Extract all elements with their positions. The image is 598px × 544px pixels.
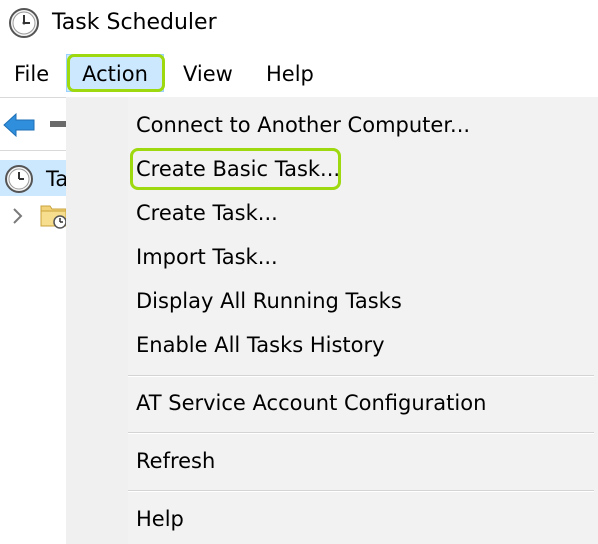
menuitem-create-basic-task[interactable]: Create Basic Task... [136, 149, 340, 189]
menuitem-connect-to-another-computer[interactable]: Connect to Another Computer... [136, 105, 470, 145]
menuitem-help[interactable]: Help [136, 499, 184, 539]
window-title: Task Scheduler [52, 10, 217, 35]
forward-arrow-icon[interactable] [50, 118, 66, 130]
folder-clock-icon [40, 205, 67, 229]
menu-file[interactable]: File [14, 52, 49, 96]
menu-view[interactable]: View [183, 52, 233, 96]
menuitem-create-task[interactable]: Create Task... [136, 193, 278, 233]
menuitem-import-task[interactable]: Import Task... [136, 237, 278, 277]
chevron-right-icon[interactable] [10, 206, 26, 226]
menu-separator-highlight [128, 376, 594, 377]
dropdown-icon-gutter [66, 97, 128, 544]
toolbar-divider [0, 150, 66, 151]
task-scheduler-window: Task Scheduler File Action View Help Ta … [0, 0, 598, 544]
tree-item-root-label: Ta [46, 167, 69, 191]
menuitem-enable-all-tasks-history[interactable]: Enable All Tasks History [136, 325, 385, 365]
menu-help[interactable]: Help [266, 52, 314, 96]
menu-bar: File Action View Help [0, 52, 598, 96]
menuitem-refresh[interactable]: Refresh [136, 441, 215, 481]
menuitem-display-all-running-tasks[interactable]: Display All Running Tasks [136, 281, 402, 321]
back-arrow-icon[interactable] [2, 112, 36, 138]
title-bar: Task Scheduler [0, 0, 598, 46]
clock-icon [5, 165, 33, 193]
menuitem-at-service-account-configuration[interactable]: AT Service Account Configuration [136, 383, 486, 423]
clock-icon [9, 8, 39, 38]
menu-separator-highlight [128, 491, 594, 492]
menu-separator-highlight [128, 433, 594, 434]
menu-action[interactable]: Action [66, 54, 164, 92]
